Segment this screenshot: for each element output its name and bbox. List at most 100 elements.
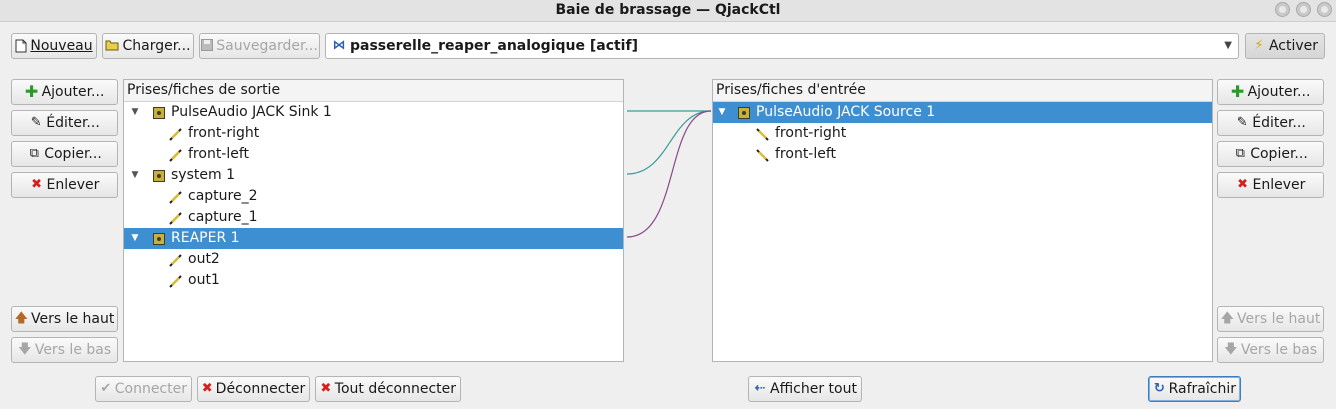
input-port-name: front-right	[775, 125, 847, 141]
client-icon	[153, 169, 165, 182]
input-remove-label: Enlever	[1252, 177, 1306, 193]
input-up-button[interactable]: 🡅 Vers le haut	[1217, 306, 1324, 332]
output-port-row[interactable]: out2	[124, 249, 623, 270]
disconnect-icon: ✖	[201, 381, 213, 396]
arrow-down-icon: 🡇	[18, 342, 32, 357]
output-client-row[interactable]: ▼ PulseAudio JACK Sink 1	[124, 102, 623, 123]
save-button[interactable]: Sauvegarder...	[199, 33, 320, 59]
connections-view[interactable]	[625, 78, 713, 362]
output-port-row[interactable]: front-left	[124, 144, 623, 165]
refresh-label: Rafraîchir	[1168, 381, 1236, 397]
minimize-button[interactable]	[1275, 2, 1290, 17]
output-port-row[interactable]: front-right	[124, 123, 623, 144]
output-ports-panel[interactable]: Prises/fiches de sortie ▼ PulseAudio JAC…	[123, 79, 624, 362]
activate-label: Activer	[1268, 38, 1319, 54]
plug-icon	[168, 274, 184, 288]
output-up-button[interactable]: 🡅 Vers le haut	[11, 306, 118, 332]
output-port-name: out2	[188, 251, 220, 267]
output-client-name: REAPER 1	[171, 230, 240, 246]
lightning-icon: ⚡	[1254, 38, 1264, 53]
remove-icon: ✖	[31, 177, 42, 192]
input-port-row[interactable]: front-left	[713, 144, 1212, 165]
output-port-name: front-right	[188, 125, 260, 141]
arrow-up-icon: 🡅	[1220, 311, 1234, 326]
disconnect-button[interactable]: ✖ Déconnecter	[197, 376, 310, 402]
plug-icon	[168, 211, 184, 225]
connect-button[interactable]: ✔ Connecter	[95, 376, 192, 402]
output-port-row[interactable]: out1	[124, 270, 623, 291]
output-down-button[interactable]: 🡇 Vers le bas	[11, 337, 118, 363]
refresh-button[interactable]: ↻ Rafraîchir	[1148, 376, 1241, 402]
input-remove-button[interactable]: ✖ Enlever	[1217, 172, 1324, 198]
socket-icon	[755, 148, 771, 162]
output-port-name: capture_2	[188, 188, 258, 204]
expand-icon: ⇠	[754, 381, 766, 396]
caret-down-icon: ▼	[131, 170, 139, 180]
output-client-row-selected[interactable]: ▼ REAPER 1	[124, 228, 623, 249]
input-ports-header: Prises/fiches d'entrée	[713, 80, 1212, 102]
client-icon	[153, 106, 165, 119]
arrow-down-icon: 🡇	[1224, 342, 1238, 357]
output-ports-header: Prises/fiches de sortie	[124, 80, 623, 102]
load-label: Charger...	[122, 38, 191, 54]
caret-down-icon: ▼	[718, 107, 726, 117]
chevron-down-icon: ▼	[1224, 40, 1232, 51]
output-edit-button[interactable]: ✎ Éditer...	[11, 110, 118, 136]
connect-label: Connecter	[114, 381, 187, 397]
input-add-label: Ajouter...	[1247, 84, 1311, 100]
show-all-button[interactable]: ⇠ Afficher tout	[748, 376, 862, 402]
pencil-icon: ✎	[1236, 115, 1248, 130]
output-remove-button[interactable]: ✖ Enlever	[11, 172, 118, 198]
disconnect-all-icon: ✖	[320, 381, 332, 396]
remove-icon: ✖	[1237, 177, 1248, 192]
client-icon	[738, 106, 750, 119]
output-client-row[interactable]: ▼ system 1	[124, 165, 623, 186]
plus-icon: ✚	[1230, 82, 1245, 101]
connection-line	[626, 110, 712, 175]
arrow-up-icon: 🡅	[14, 311, 28, 326]
close-button[interactable]	[1317, 2, 1332, 17]
input-copy-label: Copier...	[1250, 146, 1308, 162]
caret-down-icon: ▼	[131, 233, 139, 243]
input-add-button[interactable]: ✚ Ajouter...	[1217, 79, 1324, 105]
output-copy-label: Copier...	[44, 146, 102, 162]
output-add-label: Ajouter...	[41, 84, 105, 100]
copy-icon: ⧉	[1235, 146, 1245, 161]
input-client-row-selected[interactable]: ▼ PulseAudio JACK Source 1	[713, 102, 1212, 123]
plus-icon: ✚	[24, 82, 39, 101]
activate-button[interactable]: ⚡ Activer	[1245, 33, 1325, 59]
output-port-row[interactable]: capture_2	[124, 186, 623, 207]
disconnect-all-button[interactable]: ✖ Tout déconnecter	[315, 376, 461, 402]
maximize-button[interactable]	[1296, 2, 1311, 17]
input-port-row[interactable]: front-right	[713, 123, 1212, 144]
window-title: Baie de brassage — QjackCtl	[555, 2, 781, 18]
output-client-name: PulseAudio JACK Sink 1	[171, 104, 332, 120]
output-client-name: system 1	[171, 167, 235, 183]
plug-icon	[168, 148, 184, 162]
input-up-label: Vers le haut	[1237, 311, 1321, 327]
input-edit-button[interactable]: ✎ Éditer...	[1217, 110, 1324, 136]
new-button[interactable]: Nouveau	[11, 33, 97, 59]
disconnect-label: Déconnecter	[215, 381, 306, 397]
caret-down-icon: ▼	[131, 107, 139, 117]
save-icon	[201, 39, 214, 53]
input-port-name: front-left	[775, 146, 837, 162]
connection-line	[626, 110, 712, 238]
output-add-button[interactable]: ✚ Ajouter...	[11, 79, 118, 105]
load-button[interactable]: Charger...	[102, 33, 194, 59]
show-all-label: Afficher tout	[770, 381, 857, 397]
output-port-name: front-left	[188, 146, 250, 162]
input-ports-panel[interactable]: Prises/fiches d'entrée ▼ PulseAudio JACK…	[712, 79, 1213, 362]
input-copy-button[interactable]: ⧉ Copier...	[1217, 141, 1324, 167]
input-edit-label: Éditer...	[1252, 115, 1306, 131]
connect-icon: ✔	[100, 381, 112, 396]
plug-icon	[168, 253, 184, 267]
output-port-row[interactable]: capture_1	[124, 207, 623, 228]
output-up-label: Vers le haut	[31, 311, 115, 327]
patchbay-select[interactable]: ⋈ passerelle_reaper_analogique [actif] ▼	[325, 33, 1239, 59]
plug-icon	[168, 190, 184, 204]
refresh-icon: ↻	[1153, 381, 1165, 396]
input-down-button[interactable]: 🡇 Vers le bas	[1217, 337, 1324, 363]
output-copy-button[interactable]: ⧉ Copier...	[11, 141, 118, 167]
copy-icon: ⧉	[29, 146, 39, 161]
